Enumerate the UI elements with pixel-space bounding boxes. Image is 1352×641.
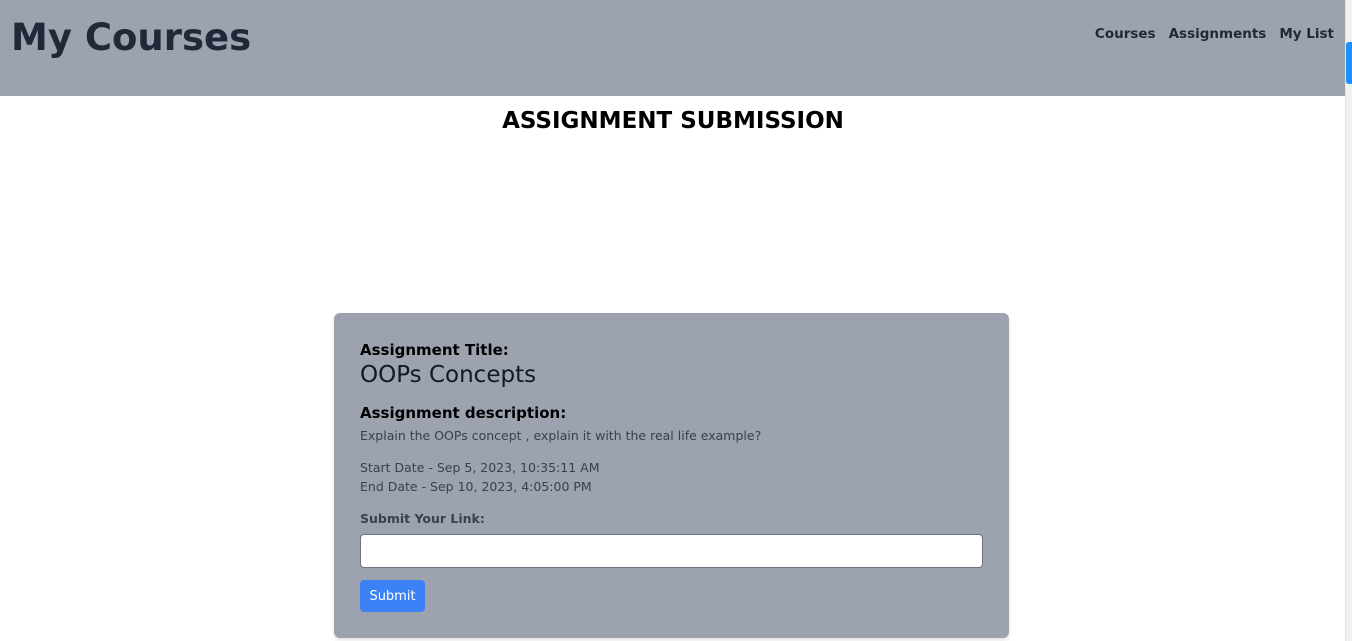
assignment-title-label: Assignment Title: <box>360 341 509 359</box>
page-title: ASSIGNMENT SUBMISSION <box>502 108 844 134</box>
assignment-description: Explain the OOPs concept , explain it wi… <box>360 428 762 443</box>
nav-link-my-list[interactable]: My List <box>1279 26 1334 42</box>
brand-title: My Courses <box>11 16 252 59</box>
scrollbar-thumb[interactable] <box>1346 42 1352 84</box>
assignment-description-label: Assignment description: <box>360 404 567 422</box>
nav-link-courses[interactable]: Courses <box>1095 26 1156 42</box>
submit-button[interactable]: Submit <box>360 580 425 612</box>
submit-link-input[interactable] <box>360 534 983 568</box>
end-date: End Date - Sep 10, 2023, 4:05:00 PM <box>360 479 592 494</box>
main-nav: Courses Assignments My List <box>1095 26 1334 42</box>
assignment-title: OOPs Concepts <box>360 362 537 388</box>
vertical-scrollbar[interactable] <box>1345 0 1352 641</box>
assignment-card: Assignment Title: OOPs Concepts Assignme… <box>334 313 1009 638</box>
nav-link-assignments[interactable]: Assignments <box>1169 26 1267 42</box>
submit-link-label: Submit Your Link: <box>360 511 485 526</box>
start-date: Start Date - Sep 5, 2023, 10:35:11 AM <box>360 460 600 475</box>
top-header: My Courses Courses Assignments My List <box>0 0 1346 96</box>
